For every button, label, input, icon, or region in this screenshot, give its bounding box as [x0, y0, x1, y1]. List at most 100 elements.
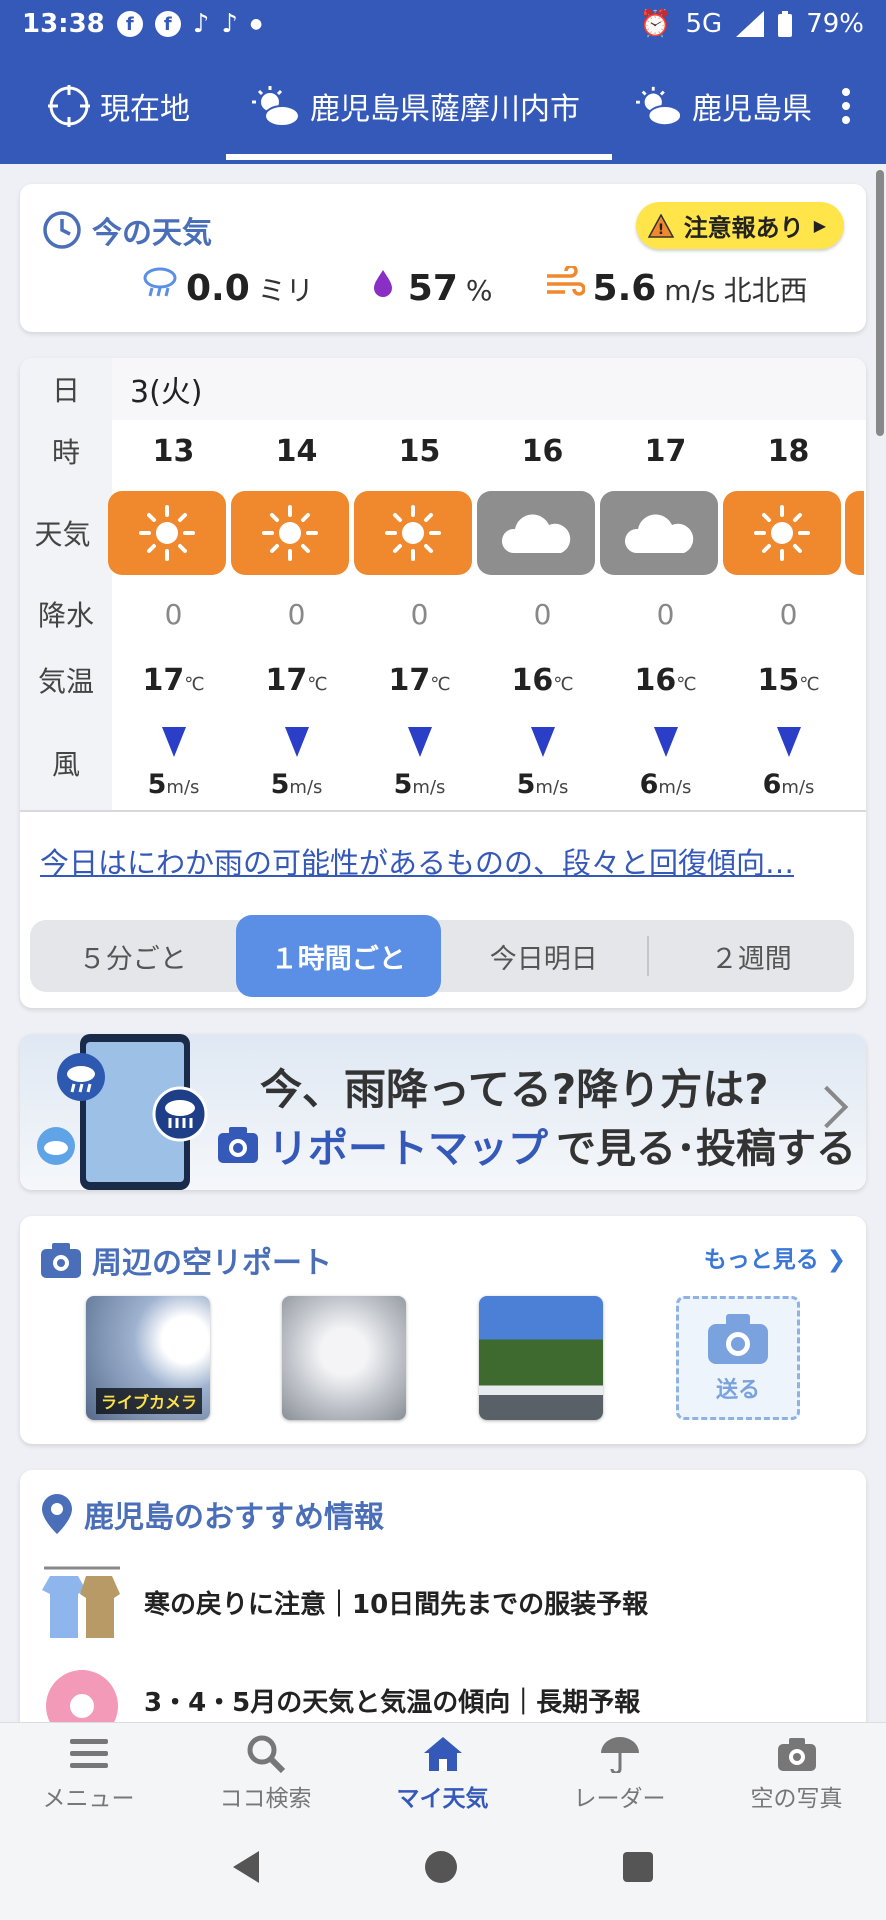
segment-5min[interactable]: ５分ごと	[30, 920, 236, 992]
hourly-forecast-card: 日 3(火) 時 13 14 15 16 17 18 天気 降水 0 0 0 0…	[20, 358, 866, 1008]
facebook-notification-icon: f	[154, 11, 181, 37]
precip-cell: 0	[287, 597, 306, 631]
alarm-icon: ⏰	[639, 9, 672, 39]
camera-icon	[41, 1243, 81, 1278]
hour-row-label: 時	[51, 436, 80, 469]
hour-cell: 17	[644, 433, 687, 469]
forecast-interval-selector: ５分ごと １時間ごと 今日明日 ２週間	[30, 915, 855, 997]
weather-tile	[353, 491, 472, 575]
sky-report-title: 周辺の空リポート	[40, 1238, 332, 1282]
sun-icon	[138, 505, 195, 561]
current-weather-title: 今の天気	[42, 208, 212, 252]
tiktok-notification-icon: ♪	[192, 9, 210, 39]
wind-direction-arrow-icon	[161, 726, 186, 757]
wind-unit: m/s	[664, 274, 716, 307]
system-home-icon[interactable]	[425, 1851, 457, 1883]
wind-cell: 6m/s	[727, 726, 850, 800]
recommended-title: 鹿児島のおすすめ情報	[40, 1492, 384, 1536]
nav-my-weather[interactable]: マイ天気	[354, 1735, 531, 1813]
wind-cell: 5m/s	[112, 726, 235, 800]
wind-cell: 5m/s	[235, 726, 358, 800]
sun-icon	[384, 505, 441, 561]
humidity-value: 57	[407, 268, 458, 309]
scrollbar[interactable]	[876, 170, 884, 436]
system-recents-icon[interactable]	[623, 1852, 653, 1882]
weather-tile	[722, 491, 841, 575]
clock-icon	[43, 211, 81, 249]
tab-label: 現在地	[100, 92, 190, 127]
menu-icon	[69, 1739, 108, 1768]
nav-menu[interactable]: メニュー	[0, 1735, 177, 1813]
send-photo-button[interactable]: 送る	[676, 1296, 800, 1420]
day-row-label: 日	[51, 374, 80, 407]
svg-text:!: !	[657, 222, 663, 238]
warning-icon: !	[647, 213, 674, 238]
nav-radar[interactable]: レーダー	[531, 1735, 708, 1813]
signal-icon	[736, 11, 765, 37]
chevron-right-icon: ▶	[813, 216, 826, 235]
wind-direction-arrow-icon	[407, 726, 432, 757]
temp-row-label: 気温	[37, 665, 94, 698]
rain-icon	[143, 267, 177, 297]
precip-cell: 0	[779, 597, 798, 631]
crosshair-icon	[48, 85, 90, 127]
temp-cell: 15℃	[757, 662, 820, 698]
hour-cell: 18	[767, 433, 810, 469]
system-back-icon[interactable]	[233, 1851, 259, 1883]
wind-direction-arrow-icon	[530, 726, 555, 757]
recommended-item[interactable]: 寒の戻りに注意｜10日間先までの服装予報	[40, 1562, 846, 1642]
precip-row-label: 降水	[37, 599, 94, 632]
nav-sky-photos[interactable]: 空の写真	[708, 1735, 885, 1813]
cloud-icon	[501, 514, 570, 553]
segment-today-tomorrow[interactable]: 今日明日	[441, 920, 647, 992]
temp-cell: 17℃	[265, 662, 328, 698]
wind-cell: 5m/s	[481, 726, 604, 800]
segment-2weeks[interactable]: ２週間	[649, 920, 855, 992]
sun-icon	[753, 505, 810, 561]
tab-current-location[interactable]: 現在地	[0, 48, 226, 164]
hour-cell: 15	[398, 433, 441, 469]
tab-label: 鹿児島県	[692, 92, 812, 127]
rain-cloud-icon	[57, 1053, 105, 1101]
weather-tile	[476, 491, 595, 575]
tab-kagoshima[interactable]: 鹿児島県	[612, 48, 812, 164]
alert-badge[interactable]: ! 注意報あり ▶	[635, 202, 844, 249]
humidity-unit: %	[465, 274, 493, 307]
wind-direction: 北北西	[723, 274, 808, 307]
more-options-icon[interactable]	[842, 88, 850, 124]
tab-satsumasendai[interactable]: 鹿児島県薩摩川内市	[226, 48, 612, 164]
umbrella-icon	[600, 1737, 639, 1773]
nav-search[interactable]: ココ検索	[177, 1735, 354, 1813]
see-more-link[interactable]: もっと見る ❯	[704, 1240, 846, 1274]
current-weather-card[interactable]: 今の天気 ! 注意報あり ▶ 0.0 ミリ 57 % 5.6 m/s 北北西	[20, 184, 866, 332]
wind-value: 5.6	[592, 268, 657, 309]
tab-label: 鹿児島県薩摩川内市	[310, 92, 580, 127]
wind-icon	[546, 266, 585, 296]
sky-photo-thumbnail[interactable]: ライブカメラ	[86, 1296, 210, 1420]
chevron-right-icon: ❯	[826, 1247, 846, 1273]
sky-photo-thumbnail[interactable]	[282, 1296, 406, 1420]
hour-cell: 14	[275, 433, 318, 469]
more-notifications-dot: ●	[249, 16, 263, 32]
location-pin-icon	[42, 1494, 72, 1534]
temp-cell: 16℃	[511, 662, 574, 698]
network-type: 5G	[685, 9, 723, 39]
search-icon	[247, 1735, 285, 1773]
weather-row-label: 天気	[34, 518, 91, 551]
live-camera-label: ライブカメラ	[96, 1388, 203, 1414]
day-value: 3(火)	[130, 375, 203, 410]
battery-icon	[778, 11, 793, 37]
wind-direction-arrow-icon	[776, 726, 801, 757]
forecast-summary-link[interactable]: 今日はにわか雨の可能性があるものの、段々と回復傾向…	[40, 840, 794, 882]
precip-cell: 0	[410, 597, 429, 631]
sky-report-card: 周辺の空リポート もっと見る ❯ ライブカメラ 送る	[20, 1216, 866, 1444]
temp-cell: 16℃	[634, 662, 697, 698]
heavy-rain-icon	[152, 1086, 208, 1142]
segment-hourly[interactable]: １時間ごと	[235, 915, 441, 997]
facebook-notification-icon: f	[116, 11, 143, 37]
report-map-banner[interactable]: 今、雨降ってる?降り方は? リポートマップ で見る･投稿する	[20, 1034, 866, 1190]
sun-icon	[261, 505, 318, 561]
temp-cell: 17℃	[142, 662, 205, 698]
camera-icon	[708, 1314, 768, 1364]
sky-photo-thumbnail[interactable]	[479, 1296, 603, 1420]
